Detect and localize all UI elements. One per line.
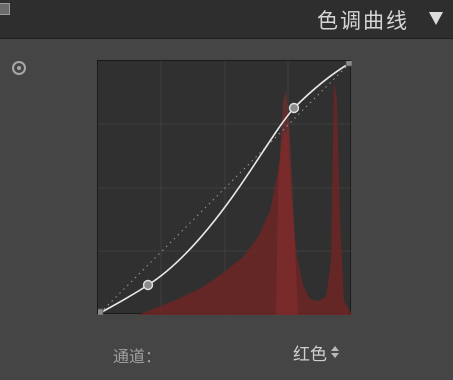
- channel-value[interactable]: 红色: [293, 340, 327, 365]
- panel-header[interactable]: 色调曲线: [0, 0, 453, 39]
- tone-curve-svg[interactable]: [98, 61, 352, 315]
- tone-curve-graph[interactable]: [97, 60, 352, 315]
- channel-selector[interactable]: 红色: [293, 340, 339, 365]
- curve-endpoint-shadows[interactable]: [98, 308, 104, 315]
- channel-label: 通道：: [113, 347, 162, 366]
- curve-point-shadows[interactable]: [142, 279, 154, 291]
- curve-endpoint-highlights[interactable]: [345, 61, 352, 67]
- panel-title[interactable]: 色调曲线: [317, 5, 409, 35]
- panel-switch-icon[interactable]: [0, 3, 10, 15]
- collapse-arrow-icon[interactable]: [429, 12, 443, 25]
- up-down-chevron-icon[interactable]: [331, 346, 339, 358]
- target-adjustment-icon[interactable]: [12, 61, 26, 75]
- red-histogram: [138, 81, 352, 315]
- curve-point-highlights[interactable]: [288, 102, 300, 114]
